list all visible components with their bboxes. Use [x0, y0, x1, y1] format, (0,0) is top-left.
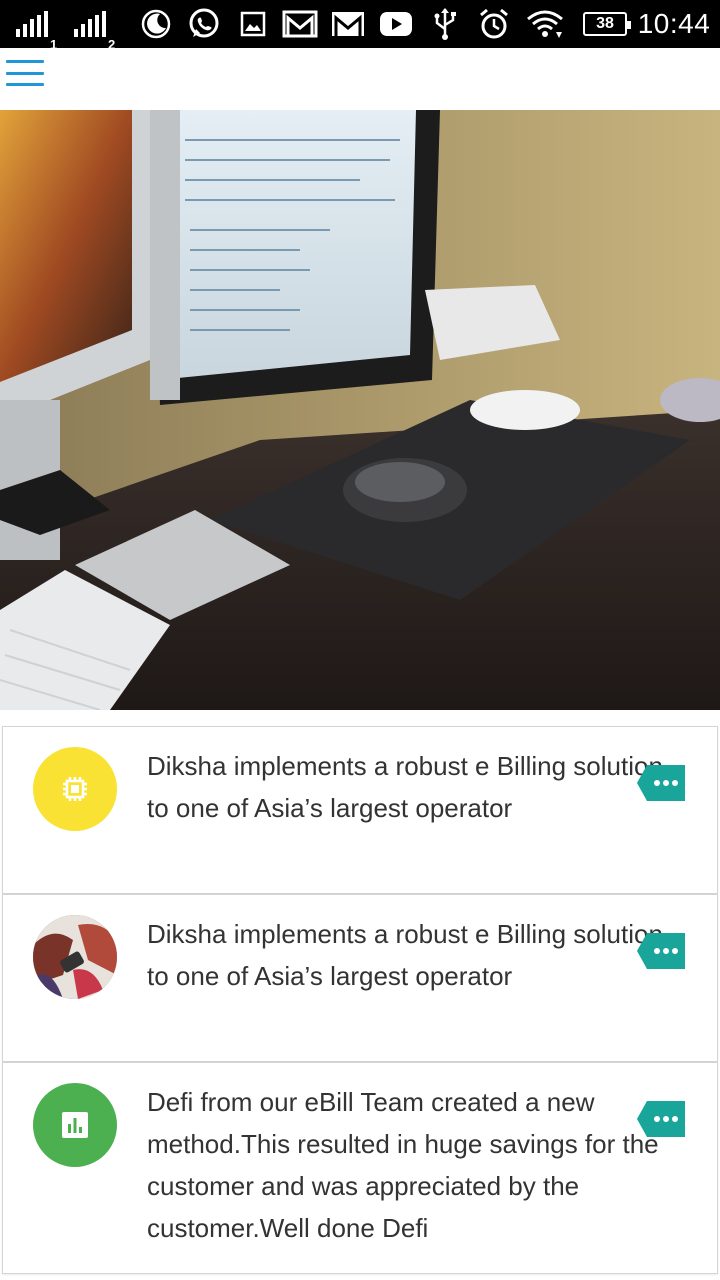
clock: 10:44 — [636, 0, 712, 48]
list-item[interactable]: Diksha implements a robust e Billing sol… — [2, 894, 718, 1062]
youtube-icon — [378, 0, 414, 48]
usb-icon — [430, 0, 460, 48]
more-options-icon[interactable] — [637, 765, 685, 801]
status-bar: 1 2 38 10:44 — [0, 0, 720, 52]
battery-icon: 38 — [582, 0, 631, 48]
wifi-icon — [524, 0, 566, 48]
gmail-icon-2 — [330, 0, 366, 48]
moon-icon — [138, 0, 174, 48]
list-item[interactable]: Diksha implements a robust e Billing sol… — [2, 726, 718, 894]
whatsapp-icon — [186, 0, 222, 48]
status-time: 10:44 — [637, 8, 711, 39]
alarm-icon — [476, 0, 512, 48]
photo-avatar — [33, 915, 117, 999]
battery-level: 38 — [596, 15, 614, 32]
signal-sim2-icon: 2 — [74, 0, 115, 52]
signal-sim1-icon: 1 — [16, 0, 57, 52]
gmail-icon-1 — [282, 0, 318, 48]
hamburger-menu-icon[interactable] — [6, 60, 44, 86]
item-text: Defi from our eBill Team created a new m… — [147, 1087, 659, 1243]
hero-image — [0, 110, 720, 710]
more-options-icon[interactable] — [637, 933, 685, 969]
item-text: Diksha implements a robust e Billing sol… — [147, 751, 663, 823]
more-options-icon[interactable] — [637, 1101, 685, 1137]
app-bar — [0, 48, 720, 110]
chip-icon — [33, 747, 117, 831]
list-item[interactable]: Defi from our eBill Team created a new m… — [2, 1062, 718, 1274]
gallery-icon — [238, 0, 268, 48]
item-text: Diksha implements a robust e Billing sol… — [147, 919, 663, 991]
bar-chart-icon — [33, 1083, 117, 1167]
